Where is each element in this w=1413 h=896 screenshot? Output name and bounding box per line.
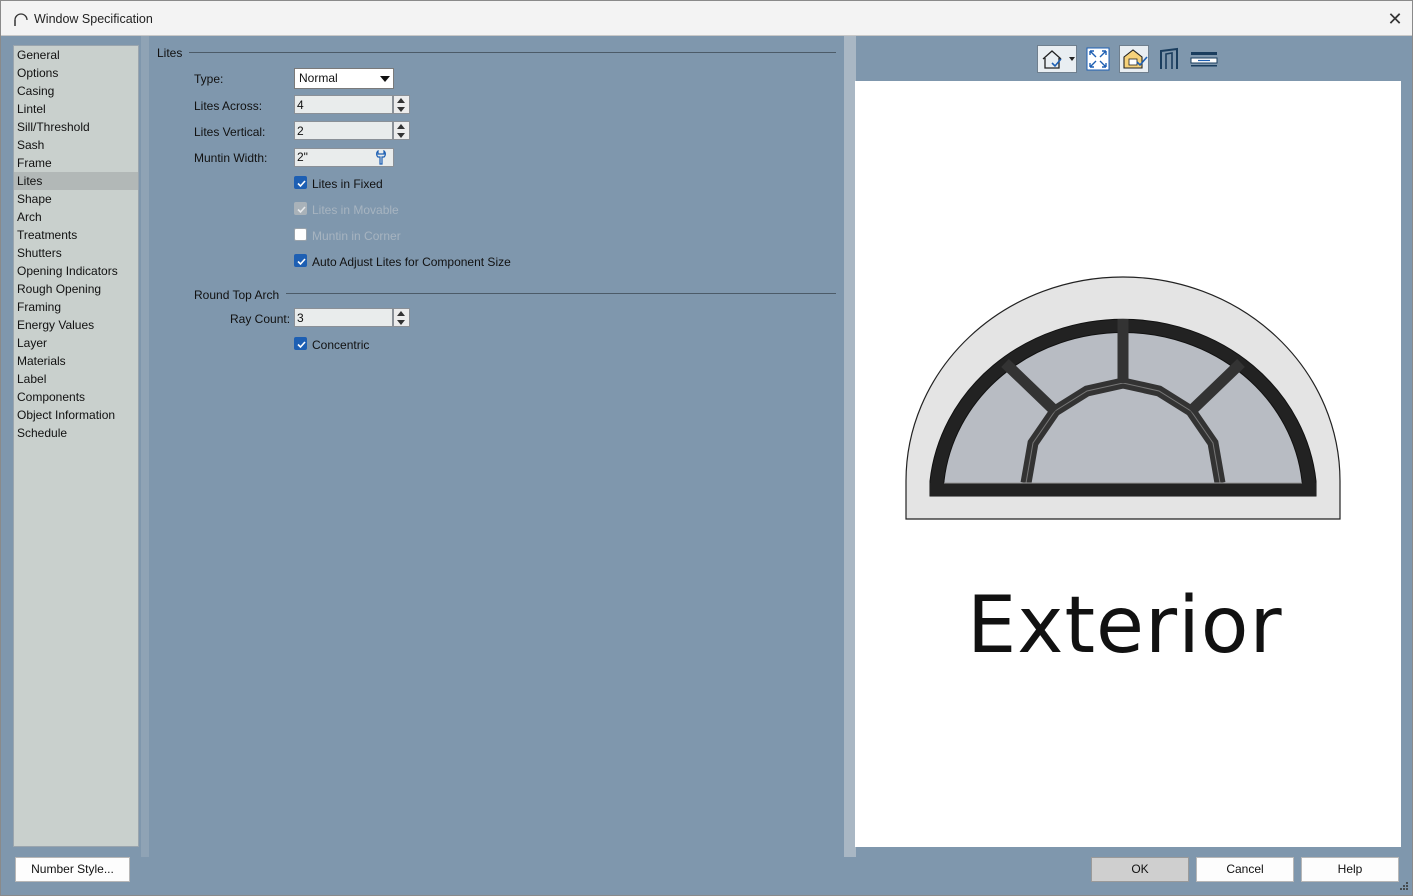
nav-item-options[interactable]: Options: [14, 64, 138, 82]
concentric-label: Concentric: [312, 338, 370, 352]
nav-item-label[interactable]: Label: [14, 370, 138, 388]
lites-section-title: Lites: [157, 46, 183, 60]
lites-across-spin-buttons[interactable]: [393, 95, 410, 114]
round-top-arch-section-title: Round Top Arch: [194, 288, 280, 302]
spin-down-icon[interactable]: [397, 320, 405, 325]
view-options-icon: [1042, 50, 1075, 69]
nav-item-frame[interactable]: Frame: [14, 154, 138, 172]
muntin-in-corner-label: Muntin in Corner: [312, 229, 401, 243]
lites-vertical-label: Lites Vertical:: [194, 125, 266, 139]
arch-window-icon: [14, 13, 28, 26]
render-options-button[interactable]: [1119, 45, 1149, 73]
spin-up-icon[interactable]: [397, 124, 405, 129]
nav-item-framing[interactable]: Framing: [14, 298, 138, 316]
close-button[interactable]: ✕: [1381, 7, 1409, 31]
nav-item-arch[interactable]: Arch: [14, 208, 138, 226]
lites-in-movable-label: Lites in Movable: [312, 203, 399, 217]
category-list: General Options Casing Lintel Sill/Thres…: [13, 45, 139, 847]
nav-item-general[interactable]: General: [14, 46, 138, 64]
number-style-button[interactable]: Number Style...: [15, 857, 130, 882]
plan-view-button[interactable]: [1189, 45, 1219, 73]
lites-in-movable-checkbox: [294, 202, 307, 215]
lites-section-divider: [189, 52, 836, 53]
help-button[interactable]: Help: [1301, 857, 1399, 882]
type-select-value: Normal: [299, 71, 338, 85]
cancel-button[interactable]: Cancel: [1196, 857, 1294, 882]
nav-item-sash[interactable]: Sash: [14, 136, 138, 154]
auto-adjust-lites-checkbox[interactable]: [294, 254, 307, 267]
ray-count-input[interactable]: [294, 308, 393, 327]
ray-count-spin-buttons[interactable]: [393, 308, 410, 327]
type-label: Type:: [194, 72, 224, 86]
lites-across-stepper[interactable]: [294, 95, 410, 114]
fill-window-icon: [1086, 47, 1110, 71]
nav-item-treatments[interactable]: Treatments: [14, 226, 138, 244]
wrench-icon[interactable]: [373, 150, 389, 165]
spin-up-icon[interactable]: [397, 311, 405, 316]
nav-item-lintel[interactable]: Lintel: [14, 100, 138, 118]
nav-item-shutters[interactable]: Shutters: [14, 244, 138, 262]
lites-vertical-spin-buttons[interactable]: [393, 121, 410, 140]
spin-up-icon[interactable]: [397, 98, 405, 103]
window-title: Window Specification: [34, 12, 153, 26]
nav-item-energy-values[interactable]: Energy Values: [14, 316, 138, 334]
lites-across-input[interactable]: [294, 95, 393, 114]
nav-item-shape[interactable]: Shape: [14, 190, 138, 208]
type-select[interactable]: Normal: [294, 68, 394, 89]
concentric-checkbox[interactable]: [294, 337, 307, 350]
nav-item-components[interactable]: Components: [14, 388, 138, 406]
spin-down-icon[interactable]: [397, 133, 405, 138]
lites-in-fixed-label: Lites in Fixed: [312, 177, 383, 191]
ok-button[interactable]: OK: [1091, 857, 1189, 882]
lites-vertical-stepper[interactable]: [294, 121, 410, 140]
side-view-button[interactable]: [1155, 45, 1183, 73]
ray-count-label: Ray Count:: [230, 312, 291, 326]
render-options-icon: [1123, 49, 1148, 69]
muntin-width-value: 2": [297, 150, 308, 164]
round-top-arch-divider: [286, 293, 836, 294]
preview-canvas[interactable]: Exterior: [855, 81, 1401, 847]
spin-down-icon[interactable]: [397, 107, 405, 112]
muntin-width-input[interactable]: 2": [294, 148, 394, 167]
fill-window-button[interactable]: [1084, 45, 1112, 73]
nav-item-lites[interactable]: Lites: [14, 172, 138, 190]
resize-grip-icon[interactable]: [1399, 881, 1409, 891]
chevron-down-icon: [380, 76, 390, 82]
nav-item-materials[interactable]: Materials: [14, 352, 138, 370]
title-bar: Window Specification ✕: [1, 1, 1412, 36]
lites-vertical-input[interactable]: [294, 121, 393, 140]
nav-item-object-information[interactable]: Object Information: [14, 406, 138, 424]
round-top-window-drawing: [905, 276, 1341, 520]
muntin-width-label: Muntin Width:: [194, 151, 268, 165]
nav-item-rough-opening[interactable]: Rough Opening: [14, 280, 138, 298]
nav-item-opening-indicators[interactable]: Opening Indicators: [14, 262, 138, 280]
lites-across-label: Lites Across:: [194, 99, 263, 113]
left-splitter[interactable]: [141, 36, 149, 857]
auto-adjust-lites-label: Auto Adjust Lites for Component Size: [312, 255, 511, 269]
preview-caption: Exterior: [967, 581, 1283, 671]
window-specification-dialog: Window Specification ✕ General Options C…: [0, 0, 1413, 896]
plan-view-icon: [1190, 52, 1218, 67]
muntin-in-corner-checkbox: [294, 228, 307, 241]
nav-item-layer[interactable]: Layer: [14, 334, 138, 352]
nav-item-sill-threshold[interactable]: Sill/Threshold: [14, 118, 138, 136]
ray-count-stepper[interactable]: [294, 308, 410, 327]
nav-item-schedule[interactable]: Schedule: [14, 424, 138, 442]
lites-in-fixed-checkbox[interactable]: [294, 176, 307, 189]
view-options-button[interactable]: [1037, 45, 1077, 73]
preview-toolbar: [1037, 45, 1227, 73]
side-view-icon: [1160, 47, 1178, 69]
nav-item-casing[interactable]: Casing: [14, 82, 138, 100]
